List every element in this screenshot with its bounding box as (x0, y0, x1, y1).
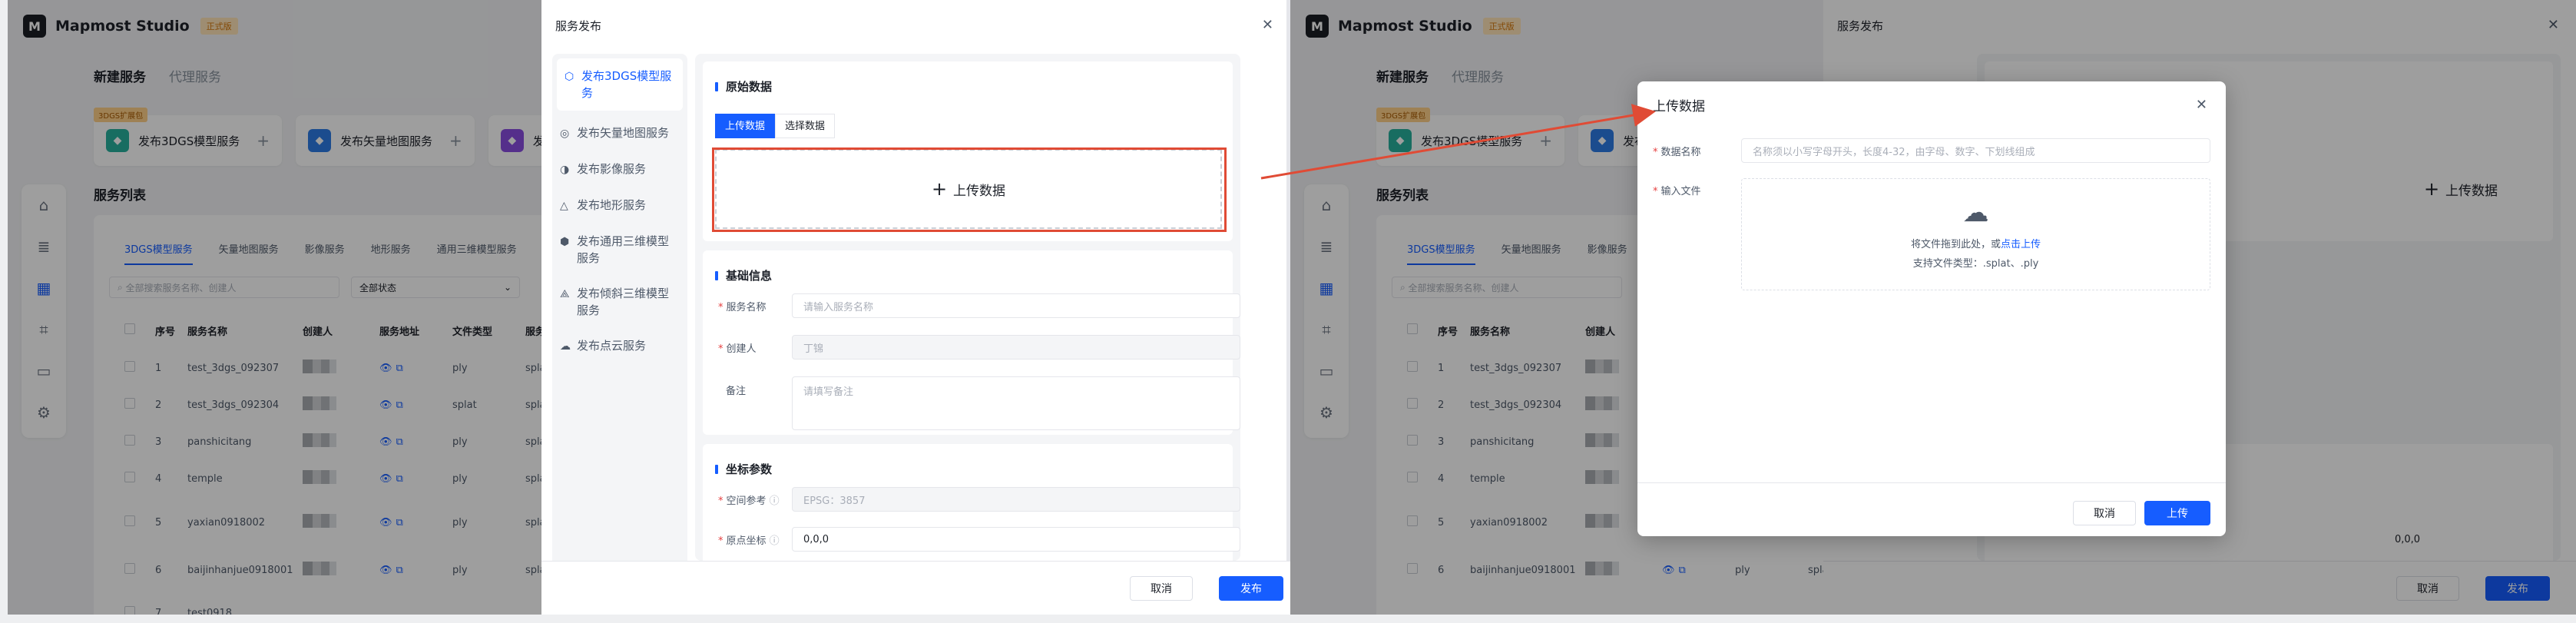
annotation-arrow (1260, 104, 1656, 180)
